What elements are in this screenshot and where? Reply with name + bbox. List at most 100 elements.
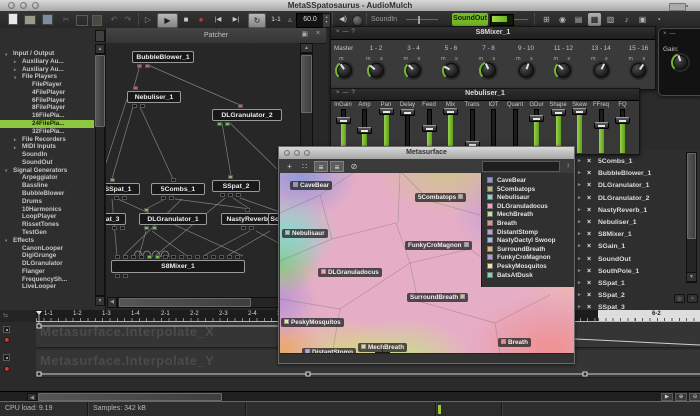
- input-port[interactable]: [155, 255, 160, 259]
- input-port[interactable]: [238, 104, 243, 108]
- input-port[interactable]: [123, 255, 128, 259]
- output-port[interactable]: [137, 64, 142, 68]
- remove-contraption-icon[interactable]: ×: [587, 168, 591, 179]
- channel-mute-button[interactable]: m: [516, 56, 521, 62]
- input-port[interactable]: [245, 208, 250, 212]
- undo-icon[interactable]: ↶: [108, 13, 120, 26]
- snapshot-point[interactable]: SurroundBreath: [407, 293, 468, 302]
- patcher-view-button[interactable]: ⊞: [540, 13, 553, 26]
- add-snapshot-button[interactable]: +: [283, 161, 296, 172]
- fader-handle[interactable]: [422, 125, 437, 132]
- lane-x-visible-checkbox[interactable]: [3, 326, 10, 333]
- input-port[interactable]: [228, 175, 233, 179]
- patcher-node[interactable]: DLGranulator_2: [212, 109, 282, 121]
- input-port[interactable]: [211, 255, 216, 259]
- cut-icon[interactable]: ✂: [60, 13, 72, 26]
- lane-y-visible-checkbox[interactable]: [3, 354, 10, 361]
- snapshot-point[interactable]: CaveBear: [290, 181, 332, 190]
- input-port[interactable]: [139, 255, 144, 259]
- input-port[interactable]: [144, 208, 149, 212]
- metasurface-view-button[interactable]: ▦: [588, 13, 601, 26]
- expand-icon[interactable]: ▸: [578, 254, 581, 265]
- remove-contraption-icon[interactable]: ×: [587, 290, 591, 301]
- snapshot-list-item[interactable]: FunkyCroMagnon: [487, 254, 551, 262]
- list-view-button[interactable]: ≡: [314, 161, 328, 172]
- patcher-node[interactable]: S8Mixer_1: [111, 260, 245, 273]
- output-port[interactable]: [122, 196, 127, 200]
- save-icon[interactable]: [42, 14, 53, 25]
- lane-y-record-arm[interactable]: [4, 366, 10, 372]
- input-port[interactable]: [133, 86, 138, 90]
- channel-volume-knob[interactable]: [479, 61, 498, 80]
- speaker-icon[interactable]: ◀): [336, 13, 350, 26]
- remove-contraption-icon[interactable]: ×: [587, 229, 591, 240]
- timeline-play-icon[interactable]: ▶: [661, 393, 673, 401]
- patcher-node[interactable]: SSpat_2: [212, 180, 260, 192]
- channel-volume-knob[interactable]: [592, 61, 611, 80]
- remove-contraption-icon[interactable]: ×: [587, 180, 591, 191]
- input-port[interactable]: [187, 255, 192, 259]
- output-port[interactable]: [114, 196, 119, 200]
- snapshot-point[interactable]: MechBreath: [358, 343, 407, 352]
- output-port[interactable]: [152, 226, 157, 230]
- channel-mute-button[interactable]: m: [479, 56, 484, 62]
- input-port[interactable]: [147, 255, 152, 259]
- output-port[interactable]: [228, 193, 233, 197]
- fader-handle[interactable]: [529, 115, 544, 122]
- output-port[interactable]: [144, 226, 149, 230]
- clock-view-button[interactable]: ◔: [652, 13, 665, 26]
- zoom-out-icon[interactable]: ⊖: [689, 393, 700, 401]
- interpolation-time-button[interactable]: ⊘: [348, 161, 360, 172]
- library-view-button[interactable]: ▣: [636, 13, 649, 26]
- stop-button[interactable]: ■: [180, 13, 192, 26]
- channel-volume-knob[interactable]: [554, 61, 573, 80]
- snapshot-list-item[interactable]: DistantStomp: [487, 229, 538, 237]
- fader-handle[interactable]: [443, 108, 458, 115]
- fader-handle[interactable]: [572, 108, 587, 115]
- output-port[interactable]: [241, 226, 246, 230]
- output-port[interactable]: [115, 274, 120, 278]
- patcher-hscrollbar-thumb[interactable]: [119, 298, 251, 307]
- remove-contraption-icon[interactable]: ×: [587, 278, 591, 289]
- soundin-label[interactable]: SoundIn: [371, 13, 405, 26]
- patcher-node[interactable]: 5Combs_1: [151, 183, 205, 195]
- input-port[interactable]: [195, 255, 200, 259]
- output-port[interactable]: [161, 196, 166, 200]
- input-port[interactable]: [179, 255, 184, 259]
- fader-handle[interactable]: [336, 117, 351, 124]
- snapshot-point[interactable]: Nebulisaur: [282, 229, 328, 238]
- lane-x-record-arm[interactable]: [4, 337, 10, 343]
- contraption-list-item[interactable]: ▸×DLGranulator_2: [559, 193, 684, 204]
- contraption-scroll-down-icon[interactable]: ▼: [686, 272, 697, 282]
- channel-mute-button[interactable]: m: [441, 56, 446, 62]
- snapshot-point[interactable]: PeskyMosquitos: [281, 318, 344, 327]
- contraption-list-item[interactable]: ▸×SouthPole_1: [559, 266, 684, 277]
- channel-volume-knob[interactable]: [517, 61, 536, 80]
- output-port[interactable]: [249, 226, 254, 230]
- panel-close-icon[interactable]: ×: [687, 294, 698, 303]
- panel-menu-icon[interactable]: ◎: [674, 294, 685, 303]
- patcher-scroll-up-icon[interactable]: ▲: [300, 43, 313, 53]
- patcher-node[interactable]: SSpat_3: [106, 213, 126, 225]
- snapshot-list-item[interactable]: DLGranuladocus: [487, 203, 548, 211]
- output-port[interactable]: [132, 104, 137, 108]
- tree-item[interactable]: LiveLooper: [0, 283, 94, 291]
- contraption-list-item[interactable]: ▸×BubbleBlower_1: [559, 168, 684, 179]
- soundin-slider-handle[interactable]: [418, 16, 420, 24]
- channel-mute-button[interactable]: m: [554, 56, 559, 62]
- expand-icon[interactable]: ▸: [578, 266, 581, 277]
- copy-icon[interactable]: [76, 15, 88, 26]
- input-port[interactable]: [235, 255, 240, 259]
- master-volume-knob[interactable]: [335, 61, 354, 80]
- fader-handle[interactable]: [400, 109, 415, 116]
- forward-button[interactable]: ▶|: [228, 13, 244, 26]
- automation-hscrollbar-thumb[interactable]: [38, 393, 222, 401]
- fader-handle[interactable]: [594, 122, 609, 129]
- channel-mute-button[interactable]: m: [629, 56, 634, 62]
- snapshot-list-item[interactable]: Nebulisaur: [487, 194, 530, 202]
- patcher-node[interactable]: BubbleBlower_1: [132, 51, 194, 63]
- output-port[interactable]: [169, 196, 174, 200]
- channel-mute-button[interactable]: m: [591, 56, 596, 62]
- patcher-scroll-left-icon[interactable]: ◀: [107, 297, 117, 308]
- input-port[interactable]: [203, 255, 208, 259]
